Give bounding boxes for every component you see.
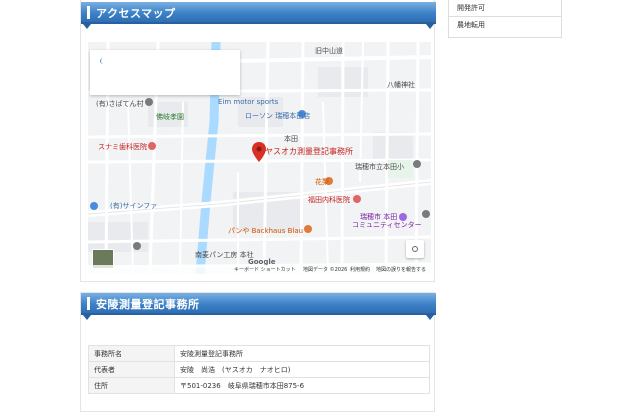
table-row: 事務所名 安陵測量登記事務所 xyxy=(88,345,430,362)
access-map-banner: アクセスマップ xyxy=(81,2,436,24)
map-label: (有)さばてん村 xyxy=(96,100,144,108)
map-info-window xyxy=(90,50,240,95)
clinic-poi-icon[interactable] xyxy=(353,195,361,203)
map-label: (有)サインファ xyxy=(110,202,158,210)
terms-link[interactable]: 利用規約 xyxy=(350,266,370,273)
side-menu: 開発許可 農地転用 xyxy=(448,0,562,38)
table-row: 住所 〒501-0236 岐阜県瑞穂市本田875-6 xyxy=(88,377,430,394)
school-poi-icon[interactable] xyxy=(413,160,421,168)
table-key: 住所 xyxy=(88,377,175,394)
side-menu-item-label: 開発許可 xyxy=(457,4,485,12)
shop-poi-icon[interactable] xyxy=(90,202,98,210)
access-map-heading: アクセスマップ xyxy=(96,7,176,20)
side-menu-item-development-permit[interactable]: 開発許可 xyxy=(449,0,561,17)
map-label: 福田内科医院 xyxy=(308,196,350,204)
locate-icon xyxy=(412,246,418,252)
banner-bar xyxy=(87,297,90,310)
pin-label: ヤスオカ測量登記事務所 xyxy=(265,147,353,156)
bakery-poi-icon[interactable] xyxy=(304,225,312,233)
dental-poi-icon[interactable] xyxy=(148,142,156,150)
banner-tick-left xyxy=(83,24,91,29)
map-label: スナミ歯科医院 xyxy=(98,143,147,151)
keyboard-shortcuts-link[interactable]: キーボード ショートカット xyxy=(234,266,296,273)
report-error-link[interactable]: 地図の誤りを報告する xyxy=(376,266,426,273)
banner-tick-right xyxy=(426,24,434,29)
map-label: 南麦パン工房 本社 xyxy=(195,251,254,259)
office-info-table: 事務所名 安陵測量登記事務所 代表者 安陵 尚浩 (ヤスオカ ナオヒロ) 住所 … xyxy=(88,345,430,394)
table-key: 代表者 xyxy=(88,361,175,378)
pegman-button[interactable] xyxy=(406,240,424,258)
map-label: コミュニティセンター xyxy=(352,221,422,229)
map-attribution-bar: キーボード ショートカット 地図データ ©2026 利用規約 地図の誤りを報告す… xyxy=(88,265,431,274)
loading-spinner-icon xyxy=(100,58,107,64)
map-label: Eim motor sports xyxy=(218,98,279,106)
map-label: パンや Backhaus Blau xyxy=(228,227,304,235)
google-map[interactable]: (有)さばてん村 Eim motor sports ローソン 瑞穂本田店 本田 … xyxy=(88,42,431,274)
map-label: 花梨 xyxy=(315,178,329,186)
side-menu-item-label: 農地転用 xyxy=(457,21,485,29)
map-label: 八幡神社 xyxy=(387,81,415,89)
map-label: ローソン 瑞穂本田店 xyxy=(245,112,311,120)
table-value: 安陵 尚浩 (ヤスオカ ナオヒロ) xyxy=(174,361,430,378)
office-banner: 安陵測量登記事務所 xyxy=(81,293,436,315)
store-poi-icon[interactable] xyxy=(145,98,153,106)
banner-tick-left xyxy=(83,315,91,320)
table-row: 代表者 安陵 尚浩 (ヤスオカ ナオヒロ) xyxy=(88,361,430,378)
banner-bar xyxy=(87,6,90,19)
banner-tick-right xyxy=(426,315,434,320)
company-poi-icon[interactable] xyxy=(133,242,141,250)
location-pin-icon[interactable] xyxy=(252,142,266,162)
table-value: 〒501-0236 岐阜県瑞穂市本田875-6 xyxy=(174,377,430,394)
side-menu-item-farmland-conversion[interactable]: 農地転用 xyxy=(449,17,561,34)
shrine-poi-icon[interactable] xyxy=(422,210,430,218)
map-label: 瑞穂市立本田小 xyxy=(355,163,404,171)
map-label: 佛岐孝園 xyxy=(156,113,184,121)
map-data-text: 地図データ ©2026 xyxy=(303,267,348,273)
table-key: 事務所名 xyxy=(88,345,175,362)
table-value: 安陵測量登記事務所 xyxy=(174,345,430,362)
access-map-section: アクセスマップ (有)さばてん村 Eim motor sports ローソン 瑞… xyxy=(80,0,436,282)
office-heading: 安陵測量登記事務所 xyxy=(96,298,200,311)
map-label: 旧中山道 xyxy=(315,47,343,55)
office-info-section: 安陵測量登記事務所 事務所名 安陵測量登記事務所 代表者 安陵 尚浩 (ヤスオカ… xyxy=(80,292,436,412)
map-label: 本田 xyxy=(284,135,298,143)
